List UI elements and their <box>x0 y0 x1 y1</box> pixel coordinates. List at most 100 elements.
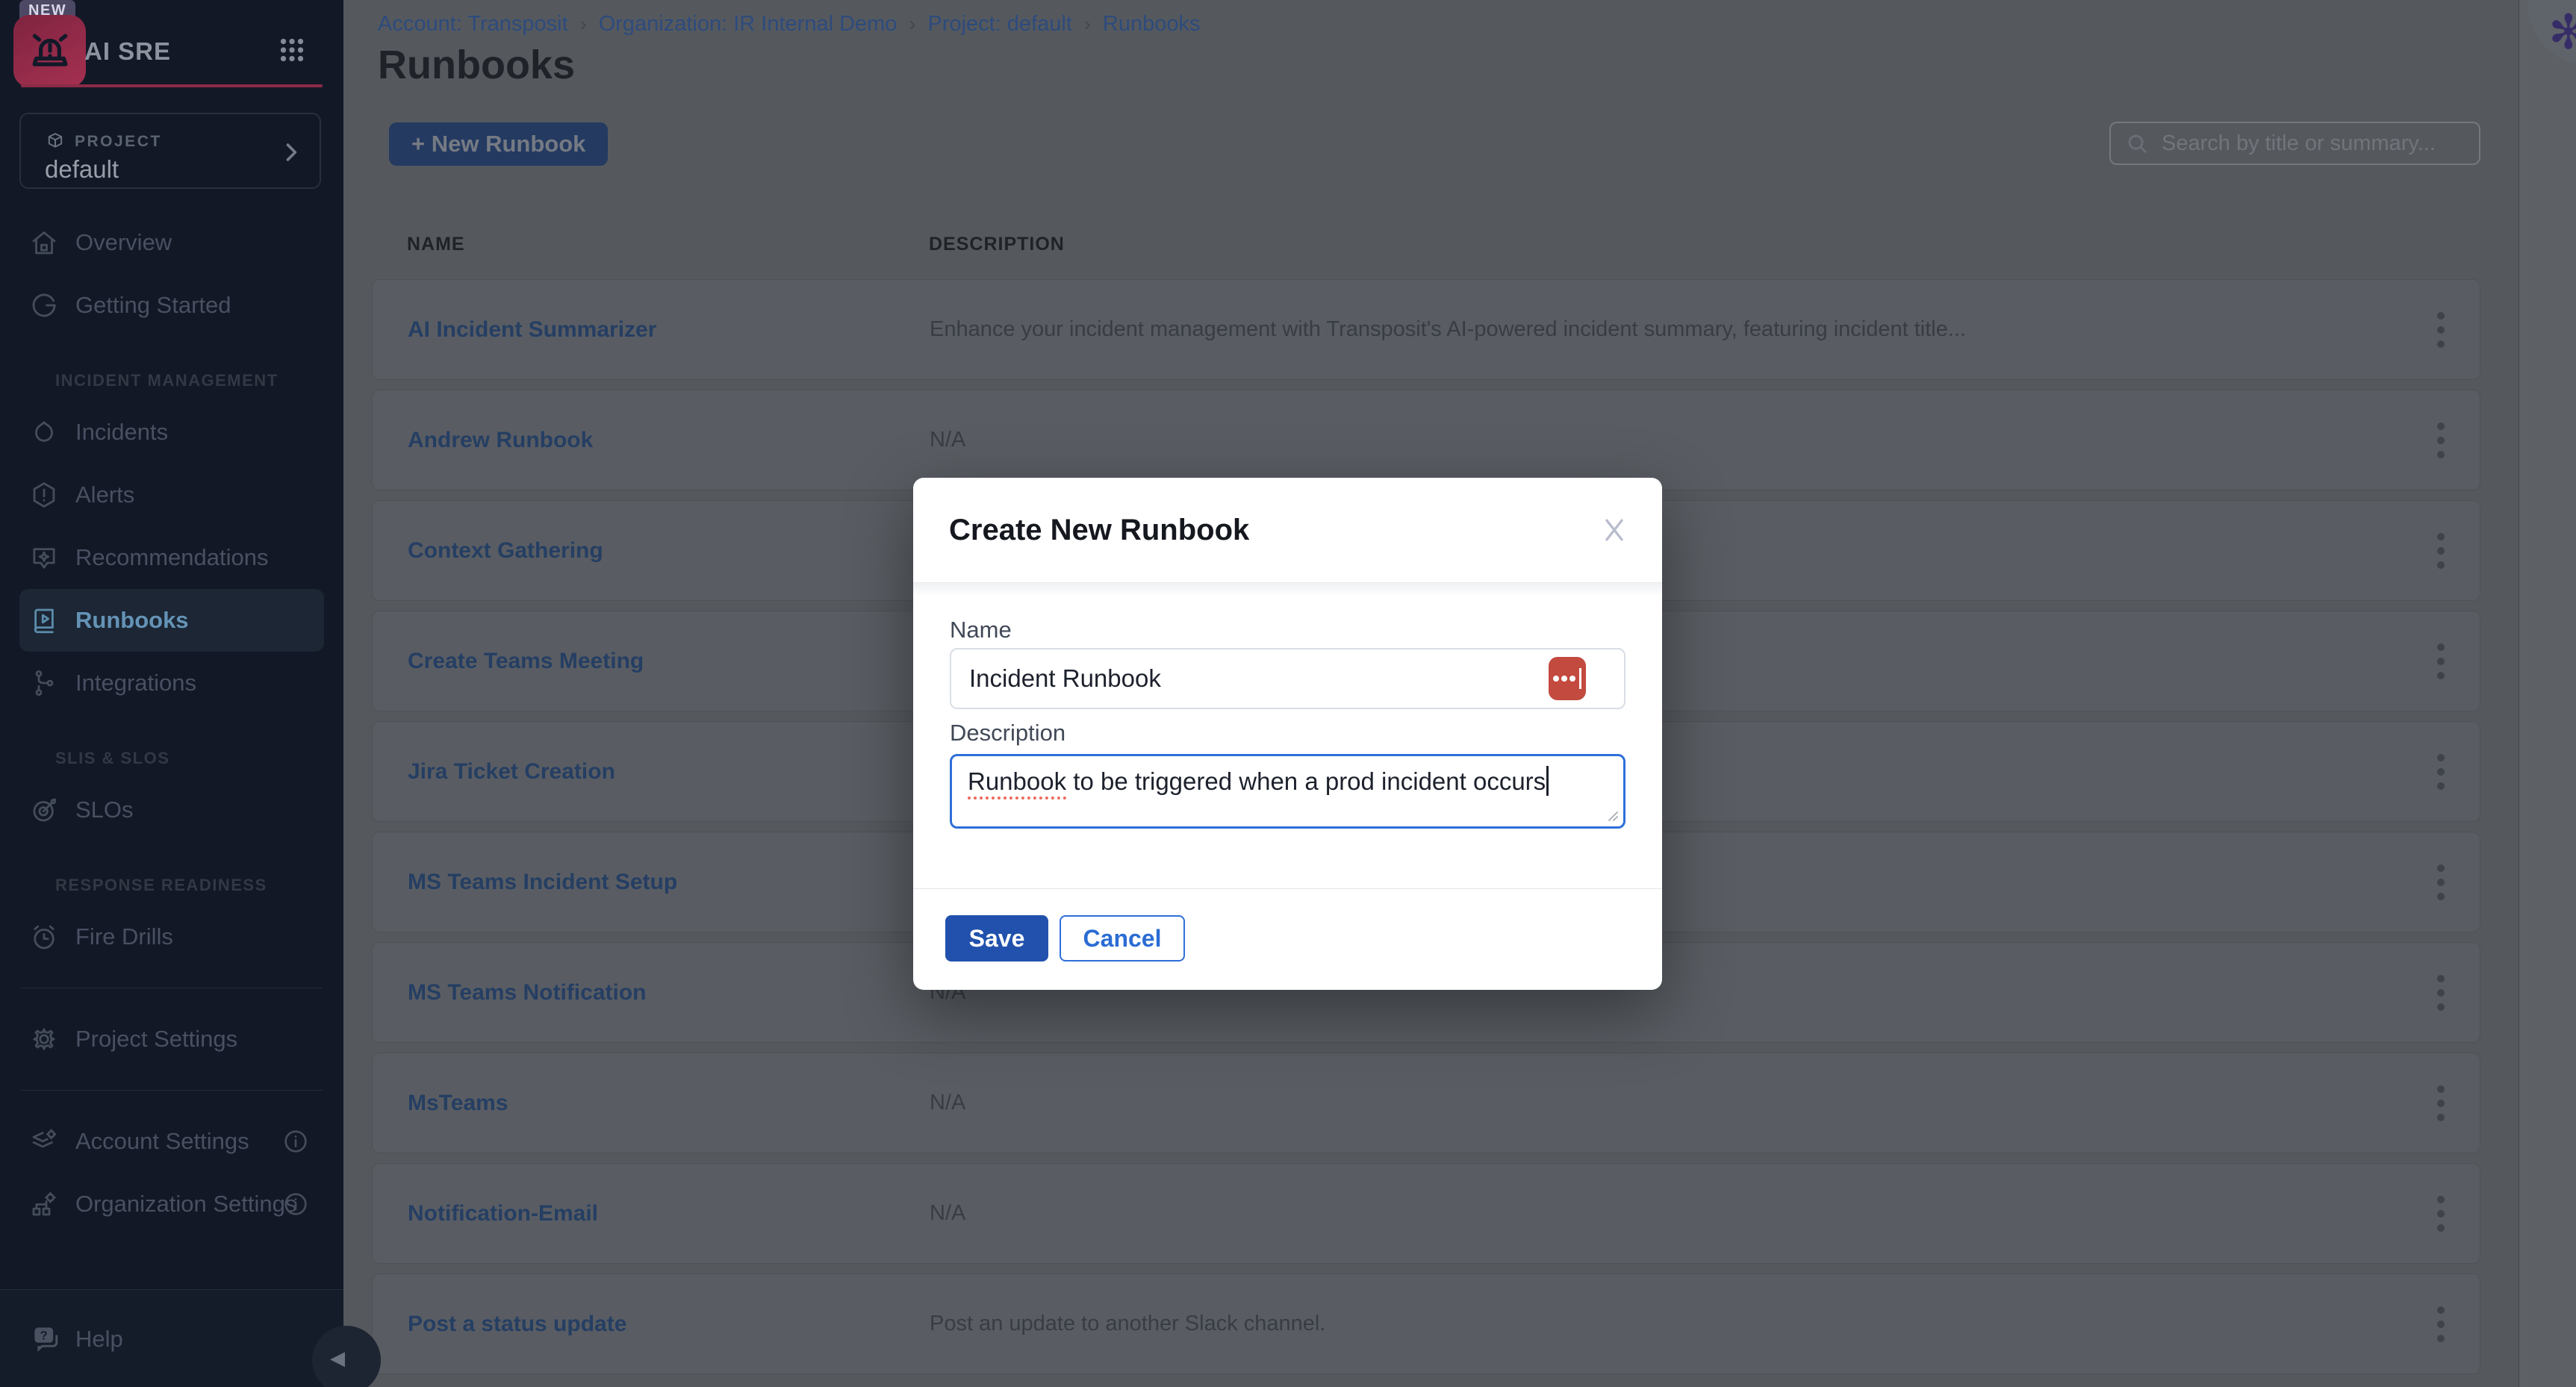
progress-icon <box>28 290 60 321</box>
breadcrumb-link-project-default[interactable]: Project: default <box>927 12 1071 37</box>
sidebar-item-help[interactable]: ? Help <box>0 1290 343 1387</box>
home-icon <box>28 227 60 258</box>
row-kebab-icon[interactable] <box>2422 1164 2460 1263</box>
sidebar-item-slos[interactable]: SLOs <box>0 779 343 841</box>
runbook-icon <box>28 605 60 636</box>
project-name: default <box>45 155 119 184</box>
runbook-description: N/A <box>930 390 965 490</box>
sidebar-section-slis-slos: SLIS & SLOS <box>0 714 343 779</box>
info-icon[interactable] <box>281 1189 311 1219</box>
collapse-arrow-icon: ◀ <box>330 1347 345 1370</box>
search-input[interactable] <box>2160 131 2479 157</box>
siren-icon <box>25 25 75 78</box>
runbook-description: N/A <box>930 1053 965 1153</box>
row-kebab-icon[interactable] <box>2422 943 2460 1042</box>
resize-handle-icon[interactable] <box>1602 805 1620 823</box>
apps-grid-icon[interactable] <box>275 33 309 67</box>
description-text: Runbook to be triggered when a prod inci… <box>968 765 1549 798</box>
target-icon <box>28 794 60 826</box>
runbook-name-link[interactable]: Andrew Runbook <box>408 390 593 490</box>
gear-icon <box>28 1023 60 1055</box>
password-manager-icon[interactable] <box>1549 657 1586 700</box>
sidebar-item-incidents[interactable]: Incidents <box>0 401 343 464</box>
sidebar-collapse-handle[interactable]: ◀ <box>312 1326 381 1387</box>
row-kebab-icon[interactable] <box>2422 722 2460 821</box>
row-kebab-icon[interactable] <box>2422 1053 2460 1153</box>
modal-header: Create New Runbook <box>913 478 1662 582</box>
description-textarea[interactable]: Runbook to be triggered when a prod inci… <box>950 754 1625 829</box>
page-title: Runbooks <box>378 42 575 88</box>
sidebar-item-runbooks[interactable]: Runbooks <box>19 589 324 652</box>
breadcrumb-separator: › <box>1084 13 1091 36</box>
cancel-button[interactable]: Cancel <box>1060 915 1185 961</box>
sidebar-item-recommendations[interactable]: Recommendations <box>0 526 343 589</box>
description-label: Description <box>950 720 1065 747</box>
sidebar-item-organization-settings[interactable]: Organization Settings <box>0 1173 343 1235</box>
modal-footer-divider <box>913 888 1662 889</box>
sidebar-item-integrations[interactable]: Integrations <box>0 652 343 714</box>
new-runbook-button[interactable]: + New Runbook <box>389 122 608 166</box>
runbook-name-link[interactable]: Create Teams Meeting <box>408 611 644 711</box>
sidebar-item-project-settings[interactable]: Project Settings <box>0 1008 343 1070</box>
chevron-right-icon <box>278 140 303 165</box>
runbook-description: Post an update to another Slack channel. <box>930 1274 1325 1374</box>
sidebar-item-alerts[interactable]: Alerts <box>0 464 343 526</box>
sidebar-item-fire-drills[interactable]: Fire Drills <box>0 906 343 968</box>
sidebar-section-incident-management: INCIDENT MANAGEMENT <box>0 337 343 401</box>
alert-hexagon-icon <box>28 479 60 511</box>
org-gear-icon <box>28 1188 60 1220</box>
row-kebab-icon[interactable] <box>2422 832 2460 932</box>
breadcrumb-link-account-transposit[interactable]: Account: Transposit <box>378 12 568 37</box>
sidebar-item-label: Organization Settings <box>75 1191 296 1218</box>
breadcrumb-link-runbooks[interactable]: Runbooks <box>1103 12 1201 37</box>
runbook-name-link[interactable]: Post a status update <box>408 1274 626 1374</box>
sidebar-item-label: Project Settings <box>75 1026 237 1053</box>
svg-text:?: ? <box>40 1329 48 1342</box>
row-kebab-icon[interactable] <box>2422 611 2460 711</box>
breadcrumb-link-organization-ir-internal-demo[interactable]: Organization: IR Internal Demo <box>599 12 897 37</box>
brand-divider <box>21 84 323 87</box>
search-icon <box>2124 131 2150 156</box>
name-input[interactable] <box>950 648 1625 709</box>
table-row-andrew-runbook: Andrew Runbook N/A <box>372 390 2480 490</box>
runbook-description: Enhance your incident management with Tr… <box>930 280 1966 379</box>
column-header-description: DESCRIPTION <box>929 234 1065 255</box>
row-kebab-icon[interactable] <box>2422 390 2460 490</box>
row-kebab-icon[interactable] <box>2422 1274 2460 1374</box>
runbook-name-link[interactable]: MsTeams <box>408 1053 508 1153</box>
app-logo <box>13 15 86 87</box>
sidebar-item-label: Recommendations <box>75 544 268 571</box>
create-runbook-modal: Create New Runbook Name Description Runb… <box>913 478 1662 990</box>
flower-icon: ✻ <box>2548 4 2576 60</box>
sidebar-item-label: Integrations <box>75 670 196 696</box>
breadcrumb: Account: Transposit › Organization: IR Int… <box>378 12 1200 37</box>
runbook-name-link[interactable]: Jira Ticket Creation <box>408 722 615 821</box>
runbook-name-link[interactable]: Notification-Email <box>408 1164 598 1263</box>
runbook-name-link[interactable]: MS Teams Incident Setup <box>408 832 677 932</box>
sidebar-divider <box>21 1090 323 1091</box>
close-icon[interactable] <box>1598 514 1631 546</box>
row-kebab-icon[interactable] <box>2422 280 2460 379</box>
breadcrumb-separator: › <box>580 13 587 36</box>
sidebar-item-label: SLOs <box>75 797 134 823</box>
text-caret <box>1546 766 1549 796</box>
sidebar-item-getting-started[interactable]: Getting Started <box>0 274 343 337</box>
runbook-name-link[interactable]: MS Teams Notification <box>408 943 646 1042</box>
sidebar-item-overview[interactable]: Overview <box>0 211 343 274</box>
save-button[interactable]: Save <box>945 915 1048 961</box>
integration-icon <box>28 667 60 699</box>
app-title: AI SRE <box>84 37 171 66</box>
misspelled-word: Runbook <box>968 767 1066 800</box>
runbook-name-link[interactable]: AI Incident Summarizer <box>408 280 656 379</box>
row-kebab-icon[interactable] <box>2422 501 2460 600</box>
sidebar-item-account-settings[interactable]: Account Settings <box>0 1110 343 1173</box>
layers-gear-icon <box>28 1126 60 1157</box>
sidebar-section-response-readiness: RESPONSE READINESS <box>0 841 343 906</box>
flame-icon <box>28 417 60 448</box>
info-icon[interactable] <box>281 1126 311 1156</box>
project-selector[interactable]: PROJECT default <box>19 113 321 189</box>
sidebar-item-label: Help <box>75 1326 123 1353</box>
scrollbar-gutter[interactable] <box>2519 0 2576 1387</box>
modal-header-divider <box>913 582 1662 596</box>
runbook-name-link[interactable]: Context Gathering <box>408 501 603 600</box>
